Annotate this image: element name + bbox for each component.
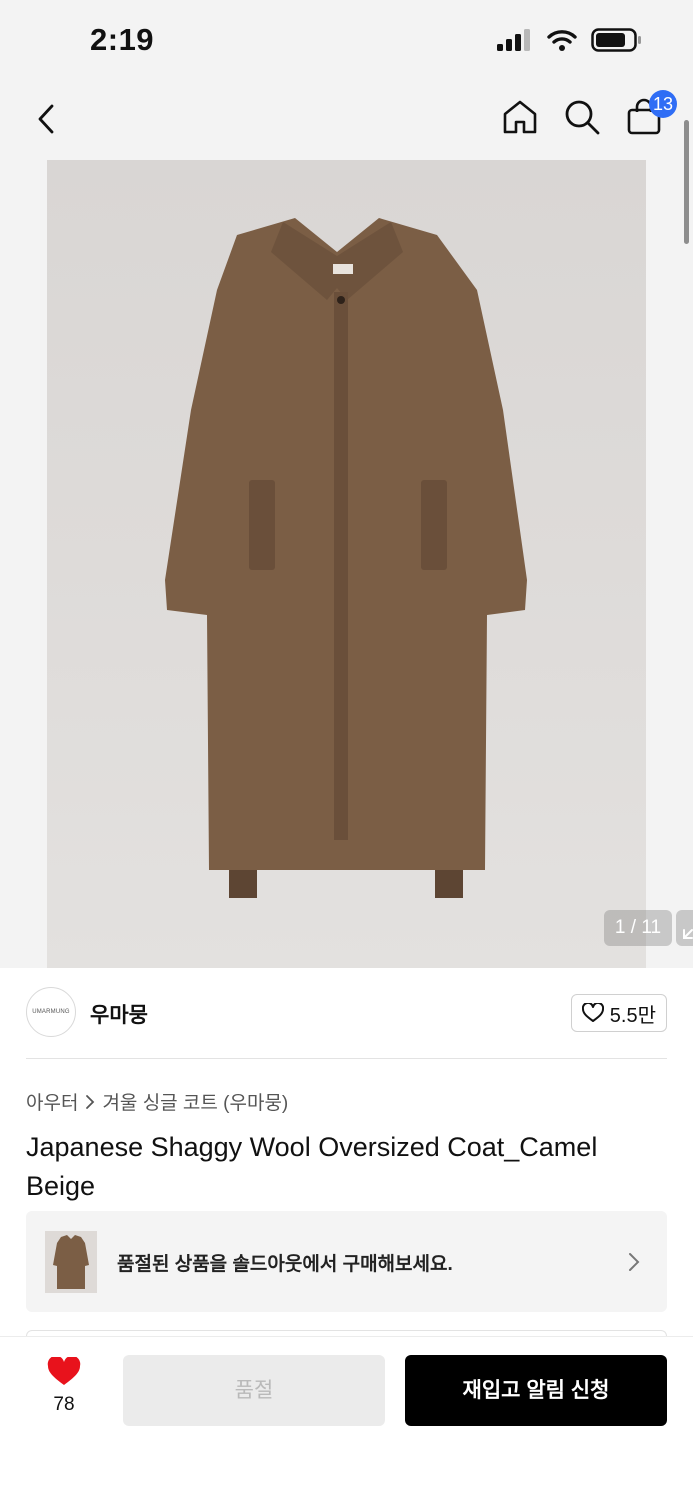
brand-row: UMARMUNG 우마뭉 5.5만	[26, 987, 667, 1041]
wish-button[interactable]: 78	[40, 1355, 88, 1416]
divider	[26, 1058, 667, 1059]
chevron-right-icon	[86, 1094, 95, 1109]
cart-badge: 13	[649, 90, 677, 118]
expand-image-button[interactable]	[676, 910, 693, 946]
breadcrumb-subcategory[interactable]: 겨울 싱글 코트 (우마뭉)	[102, 1088, 288, 1115]
restock-alert-button[interactable]: 재입고 알림 신청	[405, 1355, 667, 1426]
image-page-indicator: 1 / 11	[604, 910, 672, 946]
wifi-icon	[547, 30, 577, 51]
breadcrumb-category[interactable]: 아우터	[26, 1088, 78, 1115]
heart-filled-icon	[47, 1355, 81, 1385]
brand-logo-text: UMARMUNG	[32, 1009, 70, 1015]
status-icons	[497, 28, 643, 52]
breadcrumb: 아우터 겨울 싱글 코트 (우마뭉)	[26, 1088, 288, 1115]
nav-bar: 13	[0, 80, 693, 160]
banner-text: 품절된 상품을 솔드아웃에서 구매해보세요.	[117, 1254, 453, 1275]
bottom-action-bar: 78 품절 재입고 알림 신청	[0, 1336, 693, 1501]
brand-logo[interactable]: UMARMUNG	[26, 987, 76, 1037]
brand-name[interactable]: 우마뭉	[90, 999, 148, 1029]
search-icon[interactable]	[563, 98, 601, 136]
expand-icon	[683, 929, 693, 939]
signal-icon	[497, 29, 530, 51]
product-gallery[interactable]: 1 / 11	[0, 160, 693, 968]
soldout-banner[interactable]: 품절된 상품을 솔드아웃에서 구매해보세요.	[26, 1211, 667, 1312]
back-icon[interactable]	[30, 102, 64, 136]
coat-illustration	[165, 218, 527, 898]
brand-like-count: 5.5만	[609, 1004, 656, 1027]
wish-count: 78	[53, 1394, 75, 1415]
status-bar: 2:19	[0, 0, 693, 80]
heart-outline-icon	[581, 1003, 604, 1022]
cart-button[interactable]: 13	[625, 90, 677, 136]
chevron-right-icon	[629, 1253, 640, 1271]
battery-icon	[591, 28, 641, 52]
banner-thumbnail	[45, 1231, 97, 1293]
product-title: Japanese Shaggy Wool Oversized Coat_Came…	[26, 1132, 598, 1201]
scrollbar[interactable]	[684, 120, 689, 244]
soldout-button: 품절	[123, 1355, 385, 1426]
status-time: 2:19	[90, 22, 155, 57]
brand-like-button[interactable]: 5.5만	[570, 994, 667, 1032]
nav-icons: 13	[501, 90, 677, 136]
product-image[interactable]: 1 / 11	[47, 160, 693, 968]
home-icon[interactable]	[501, 98, 539, 136]
